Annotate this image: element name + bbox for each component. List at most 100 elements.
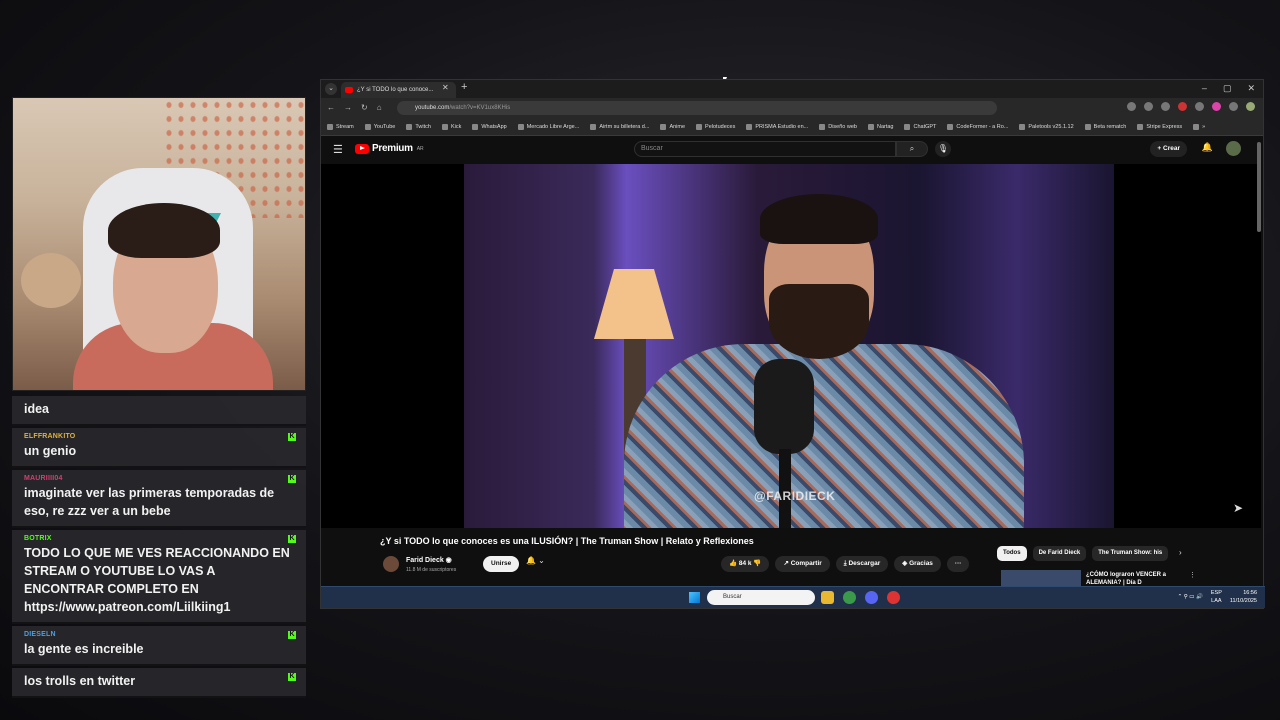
youtube-logo[interactable]: Premium AR [355,143,424,154]
scrollbar[interactable] [1257,142,1261,232]
recommendation-title[interactable]: ¿CÓMO lograron VENCER a ALEMANIA? | Día … [1086,571,1186,587]
search-input[interactable]: Buscar [634,141,896,157]
notification-bell-icon[interactable]: 🔔 ⌄ [526,556,545,565]
chat-message: idea [12,396,306,426]
search-icon[interactable]: ⌕ [896,141,928,157]
bookmark-item[interactable]: Diseño web [819,124,857,130]
bookmark-item[interactable]: WhatsApp [472,124,506,130]
clock-time: 16:56 [1243,590,1257,596]
taskbar-search-input[interactable]: Buscar [707,590,815,605]
chat-text: TODO LO QUE ME VES REACCIONANDO EN STREA… [24,546,290,614]
extension-icon[interactable] [1127,102,1136,111]
kick-badge-icon: K [288,673,296,681]
join-button[interactable]: Unirse [483,556,520,572]
share-button[interactable]: ↗ Compartir [775,556,830,572]
back-button[interactable]: ← [327,103,335,112]
chip-channel[interactable]: De Farid Dieck [1032,546,1087,561]
app-icon[interactable] [887,591,900,604]
bookmarks-bar: Stream YouTube Twitch Kick WhatsApp Merc… [321,118,1263,136]
next-icon[interactable]: ➤ [1233,501,1243,515]
menu-icon[interactable]: ☰ [333,143,343,156]
reload-button[interactable]: ↻ [361,103,368,112]
tab-youtube[interactable]: ¿Y si TODO lo que conoce... [341,82,456,98]
close-window-button[interactable]: ✕ [1247,83,1255,94]
chat-username: ELFFRANKITO [24,433,76,440]
extension-icon[interactable] [1178,102,1187,111]
hat [21,253,81,308]
extension-icon[interactable] [1229,102,1238,111]
lamp [594,269,674,339]
bookmark-item[interactable]: Twitch [406,124,431,130]
extensions [1127,102,1255,111]
video-title: ¿Y si TODO lo que conoces es una ILUSIÓN… [380,536,754,546]
presenter-hair [760,194,878,244]
bookmark-item[interactable]: Paletools v25.1.12 [1019,124,1073,130]
bookmark-item[interactable]: PRISMA Estudio en... [746,124,808,130]
like-button[interactable]: 👍 84 k 👎 [721,556,770,572]
chip-topic[interactable]: The Truman Show: his [1092,546,1169,561]
chat-message: los trolls en twitter K [12,668,306,698]
clock[interactable]: 16:56 11/10/2025 [1230,589,1257,605]
chrome-icon[interactable] [843,591,856,604]
bookmark-item[interactable]: Airtm su billetera d... [590,124,649,130]
extension-icon[interactable] [1144,102,1153,111]
discord-icon[interactable] [865,591,878,604]
extension-icon[interactable] [1195,102,1204,111]
kick-badge-icon: K [288,631,296,639]
url-input[interactable]: youtube.com/watch?v=KV1ux8KHis [397,101,997,115]
chat-text: un genio [24,444,77,458]
windows-start-icon[interactable] [689,592,700,603]
video-frame: @FARIDIECK [464,164,1114,528]
taskbar-apps [821,591,900,604]
webcam-feed [12,97,306,391]
browser-window: ⌄ ¿Y si TODO lo que conoce... ✕ + – ▢ ✕ … [320,79,1265,609]
presenter-beard [769,284,869,359]
chevron-right-icon[interactable]: › [1179,548,1182,557]
bookmark-item[interactable]: Pelotudeces [696,124,735,130]
tab-search-icon[interactable]: ⌄ [325,83,337,95]
profile-icon[interactable] [1246,102,1255,111]
forward-button[interactable]: → [344,103,352,112]
chat-username: BOTRIX [24,535,52,542]
download-button[interactable]: ⤓ Descargar [835,556,889,572]
video-watermark: @FARIDIECK [754,489,836,503]
language-indicator[interactable]: ESP LAA [1211,589,1222,605]
bookmark-item[interactable]: Stripe Express [1137,124,1182,130]
channel-avatar[interactable] [383,556,399,572]
tab-close-icon[interactable]: ✕ [442,83,449,92]
create-button[interactable]: + Crear [1150,141,1187,157]
new-tab-button[interactable]: + [461,81,467,93]
tray-icons[interactable]: ⌃ ⚲ ▭ 🔊 [1178,594,1203,600]
bookmark-item[interactable]: Stream [327,124,354,130]
home-button[interactable]: ⌂ [377,103,382,112]
mic-icon[interactable]: 🎙 [935,141,951,157]
bookmark-item[interactable]: ChatGPT [904,124,936,130]
bookmark-item[interactable]: Nartag [868,124,894,130]
bookmark-item[interactable]: Kick [442,124,461,130]
minimize-button[interactable]: – [1202,83,1207,94]
dislike-icon[interactable]: 👎 [753,560,761,567]
chat-message: BOTRIX TODO LO QUE ME VES REACCIONANDO E… [12,530,306,624]
bell-icon[interactable]: 🔔 [1202,142,1213,153]
avatar[interactable] [1226,141,1241,156]
bookmark-item[interactable]: Mercado Libre Arge... [518,124,580,130]
kebab-menu-icon[interactable]: ⋮ [1189,571,1196,579]
extension-icon[interactable] [1212,102,1221,111]
video-player[interactable]: @FARIDIECK ➤ [321,164,1261,528]
extension-icon[interactable] [1161,102,1170,111]
bookmark-item[interactable]: Anime [660,124,685,130]
more-button[interactable]: ··· [946,556,970,572]
chip-all[interactable]: Todos [997,546,1027,561]
bookmark-overflow[interactable]: » [1193,124,1205,130]
chat-text: idea [24,402,50,416]
bookmark-item[interactable]: Beta rematch [1085,124,1127,130]
maximize-button[interactable]: ▢ [1223,83,1232,94]
thanks-button[interactable]: ◈ Gracias [894,556,941,572]
nav-buttons: ← → ↻ ⌂ [327,103,382,112]
bookmark-item[interactable]: YouTube [365,124,396,130]
youtube-favicon-icon [345,87,353,93]
chat-username: DIESELN [24,631,56,638]
channel-name[interactable]: Farid Dieck ◉ [406,556,452,564]
bookmark-item[interactable]: CodeFormer - a Ro... [947,124,1008,130]
file-explorer-icon[interactable] [821,591,834,604]
